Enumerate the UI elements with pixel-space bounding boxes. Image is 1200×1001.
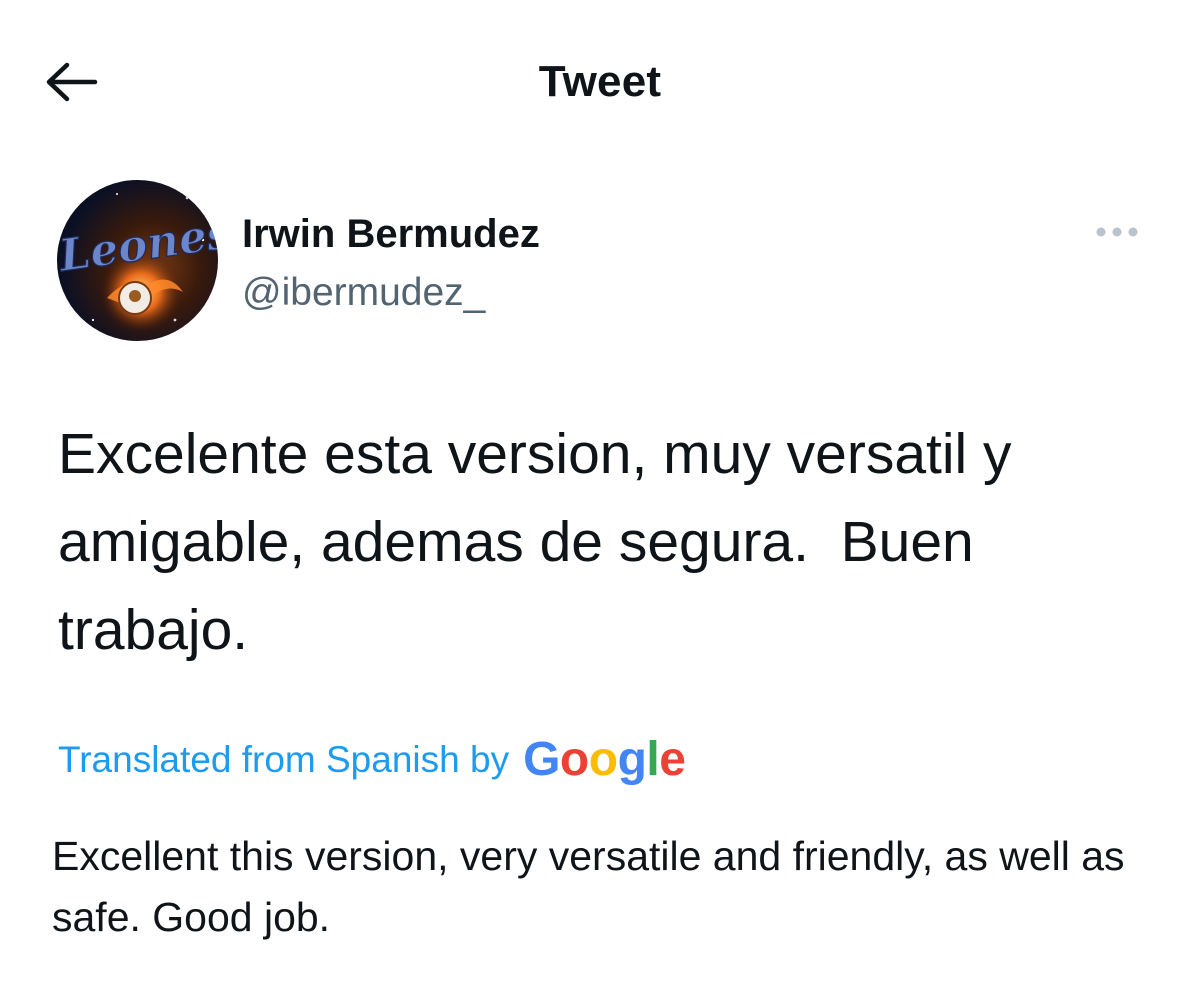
google-logo-text: Google [523,733,686,786]
translated-text: Excellent this version, very versatile a… [52,833,1125,940]
google-logo-letter: e [659,733,686,786]
google-logo-letter: o [588,733,618,786]
more-dots-icon [1096,227,1138,237]
google-logo-letter: g [617,733,647,786]
google-logo: Google [523,733,686,786]
more-options-button[interactable] [1082,212,1152,252]
google-logo-letter: o [559,733,589,786]
translated-from-label: Translated from Spanish by [58,739,510,780]
top-bar: Tweet [0,0,1200,165]
translation-attribution[interactable]: Translated from Spanish by Google [58,730,686,790]
avatar-logo-text: Leones [57,207,218,282]
tweet-author: Leones Irwin Bermudez @ibermudez_ [57,180,1157,342]
google-logo-letter: G [523,733,560,786]
page-title: Tweet [538,57,662,106]
avatar-image: Leones [57,193,218,334]
avatar[interactable]: Leones [57,180,218,341]
tweet-detail-page: Tweet Leones Irwin Bermudez @ibermudez_ … [0,0,1200,1001]
author-name[interactable]: Irwin Bermudez [242,210,540,258]
tweet-text: Excelente esta version, muy versatil y a… [58,422,1012,662]
author-handle[interactable]: @ibermudez_ [242,270,485,316]
google-logo-letter: l [646,733,660,786]
